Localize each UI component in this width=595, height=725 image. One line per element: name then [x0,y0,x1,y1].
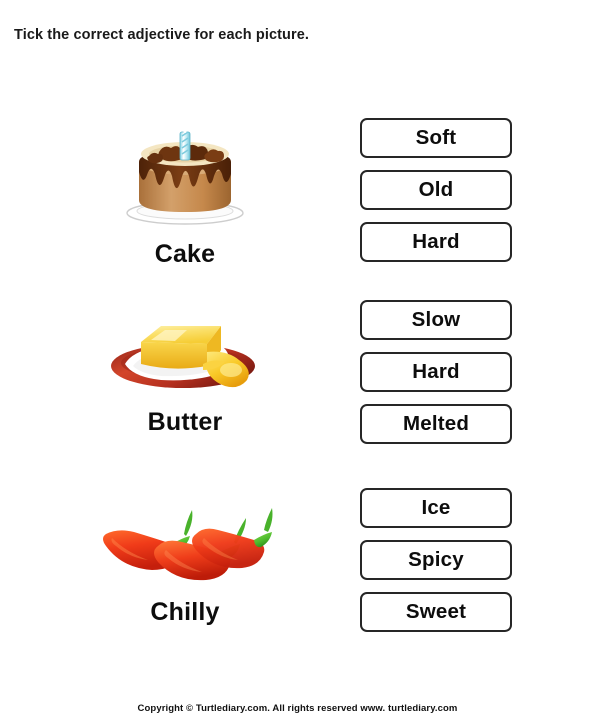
question-row-butter: Butter Slow Hard Melted [0,300,595,478]
cake-icon [126,124,244,225]
option-box-butter-3[interactable]: Melted [360,404,512,444]
chilly-icon [103,508,273,581]
option-group-cake: Soft Old Hard [360,118,512,262]
option-box-cake-2[interactable]: Old [360,170,512,210]
picture-column-cake: Cake [60,118,310,267]
picture-label-cake: Cake [154,240,216,268]
chilly-peppers-illustration [60,494,310,586]
page-title: Tick the correct adjective for each pict… [14,27,310,43]
picture-label-chilly: Chilly [150,598,220,626]
option-box-butter-1[interactable]: Slow [360,300,512,340]
cake-illustration [60,118,310,230]
picture-column-chilly: Chilly [60,488,310,625]
option-group-chilly: Ice Spicy Sweet [360,488,512,632]
question-row-cake: Cake Soft Old Hard [0,118,595,288]
picture-column-butter: Butter [60,300,310,435]
option-box-butter-2[interactable]: Hard [360,352,512,392]
copyright-footer: Copyright © Turtlediary.com. All rights … [137,703,458,714]
butter-illustration [60,314,310,396]
butter-icon [110,326,255,388]
option-box-chilly-1[interactable]: Ice [360,488,512,528]
picture-label-butter: Butter [147,408,223,436]
option-box-chilly-3[interactable]: Sweet [360,592,512,632]
option-box-cake-3[interactable]: Hard [360,222,512,262]
option-group-butter: Slow Hard Melted [360,300,512,444]
option-box-cake-1[interactable]: Soft [360,118,512,158]
question-row-chilly: Chilly Ice Spicy Sweet [0,488,595,668]
option-box-chilly-2[interactable]: Spicy [360,540,512,580]
